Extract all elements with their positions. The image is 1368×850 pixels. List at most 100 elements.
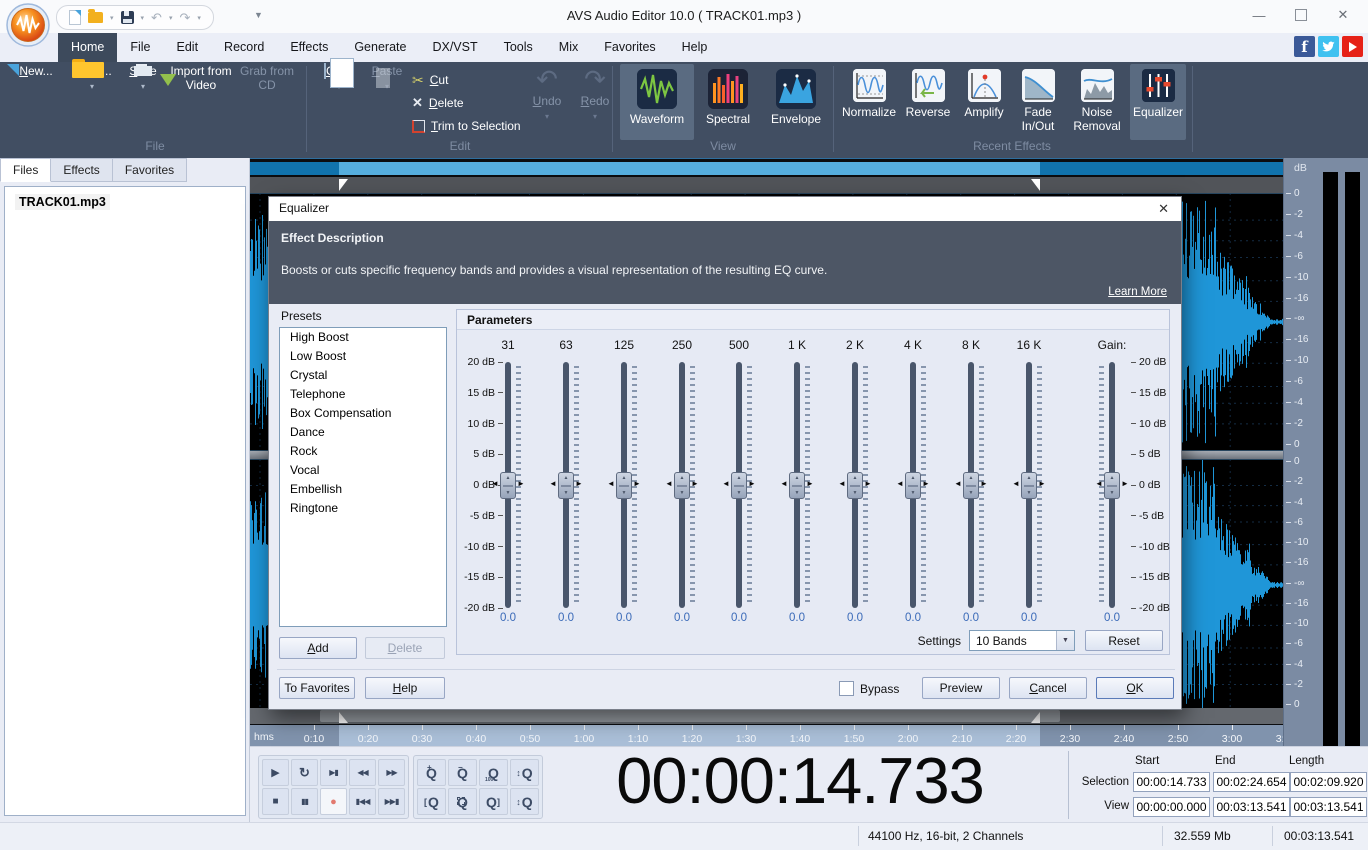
fade-in-out-button[interactable]: Fade In/Out <box>1012 64 1064 140</box>
fast-forward-button[interactable]: ▶▶ <box>378 759 405 786</box>
vertical-zoom-in-button[interactable]: ↕Q <box>510 759 539 786</box>
menu-item[interactable]: Record <box>211 33 277 62</box>
pause-button[interactable]: ▮▮ <box>291 788 318 815</box>
top-scrollbar[interactable] <box>250 177 1283 193</box>
preset-item[interactable]: Box Compensation <box>280 404 446 423</box>
noise-removal-button[interactable]: Noise Removal <box>1066 64 1128 140</box>
eq-band-slider[interactable]: 16 K ◄ ► ▲ ▼ 0.0 <box>1011 310 1047 650</box>
selection-start-marker[interactable] <box>339 179 348 191</box>
rewind-button[interactable]: ◀◀ <box>349 759 376 786</box>
menu-item[interactable]: Favorites <box>591 33 668 62</box>
dialog-close-icon[interactable]: ✕ <box>1158 201 1169 217</box>
view-length-field[interactable]: 00:03:13.541 <box>1290 797 1367 817</box>
eq-band-slider[interactable]: 8 K ◄ ► ▲ ▼ 0.0 <box>953 310 989 650</box>
tab-favorites[interactable]: Favorites <box>113 158 187 182</box>
zoom-out-button[interactable]: Q− <box>448 759 477 786</box>
learn-more-link[interactable]: Learn More <box>1108 286 1167 298</box>
open-button[interactable]: Open... ▾ <box>66 64 118 140</box>
play-to-end-button[interactable]: ▶▮ <box>320 759 347 786</box>
tab-files[interactable]: Files <box>0 158 51 182</box>
add-preset-button[interactable]: Add <box>279 637 357 659</box>
eq-band-slider[interactable]: 500 ◄ ► ▲ ▼ 0.0 <box>721 310 757 650</box>
zoom-in-button[interactable]: Q+ <box>417 759 446 786</box>
selection-length-field[interactable]: 00:02:09.920 <box>1290 772 1367 792</box>
slider-handle[interactable]: ▲ ▼ <box>1021 472 1037 499</box>
preset-item[interactable]: Vocal <box>280 461 446 480</box>
eq-band-slider[interactable]: 250 ◄ ► ▲ ▼ 0.0 <box>664 310 700 650</box>
slider-handle[interactable]: ▲ ▼ <box>1104 472 1120 499</box>
menu-item[interactable]: Edit <box>164 33 212 62</box>
zoom-100-button[interactable]: Q100 <box>479 759 508 786</box>
play-button[interactable]: ▶ <box>262 759 289 786</box>
eq-band-slider[interactable]: 31 ◄ ► ▲ ▼ 0.0 <box>490 310 526 650</box>
preset-item[interactable]: Low Boost <box>280 347 446 366</box>
menu-item[interactable]: File <box>117 33 163 62</box>
help-button[interactable]: Help <box>365 677 445 699</box>
select-dropdown-icon[interactable]: ▼ <box>1056 631 1074 650</box>
preset-item[interactable]: Ringtone <box>280 499 446 518</box>
loop-playback-button[interactable]: ↻ <box>291 759 318 786</box>
copy-button[interactable]: Copy ▾ <box>316 64 362 140</box>
eq-band-slider[interactable]: 1 K ◄ ► ▲ ▼ 0.0 <box>779 310 815 650</box>
preset-item[interactable]: Crystal <box>280 366 446 385</box>
slider-handle[interactable]: ▲ ▼ <box>847 472 863 499</box>
bottom-scrollbar[interactable] <box>250 708 1283 724</box>
app-logo-icon[interactable] <box>6 3 50 47</box>
gain-slider[interactable]: Gain: ◄ ► ▲ ▼ 0.0 <box>1094 310 1130 650</box>
file-list-item[interactable]: TRACK01.mp3 <box>15 195 245 209</box>
eq-band-slider[interactable]: 63 ◄ ► ▲ ▼ 0.0 <box>548 310 584 650</box>
bypass-option[interactable]: Bypass <box>839 681 899 696</box>
eq-band-slider[interactable]: 2 K ◄ ► ▲ ▼ 0.0 <box>837 310 873 650</box>
menu-item[interactable]: Mix <box>546 33 591 62</box>
import-from-video-button[interactable]: Import from Video <box>168 64 234 140</box>
ok-button[interactable]: OK <box>1096 677 1174 699</box>
equalizer-button[interactable]: Equalizer <box>1130 64 1186 140</box>
facebook-icon[interactable]: f <box>1294 36 1315 57</box>
cancel-button[interactable]: Cancel <box>1009 677 1087 699</box>
menu-item[interactable]: Home <box>58 33 117 62</box>
to-favorites-button[interactable]: To Favorites <box>279 677 355 699</box>
selection-end-field[interactable]: 00:02:24.654 <box>1213 772 1290 792</box>
slider-handle[interactable]: ▲ ▼ <box>674 472 690 499</box>
close-button[interactable]: ✕ <box>1322 0 1364 30</box>
preset-item[interactable]: Telephone <box>280 385 446 404</box>
skip-to-end-button[interactable]: ▶▶▮ <box>378 788 405 815</box>
slider-handle[interactable]: ▲ ▼ <box>558 472 574 499</box>
preset-item[interactable]: Embellish <box>280 480 446 499</box>
dialog-title-bar[interactable]: Equalizer ✕ <box>269 197 1181 221</box>
preset-item[interactable]: Rock <box>280 442 446 461</box>
preset-item[interactable]: High Boost <box>280 328 446 347</box>
amplify-button[interactable]: Amplify <box>958 64 1010 140</box>
stop-button[interactable]: ■ <box>262 788 289 815</box>
maximize-button[interactable] <box>1280 0 1322 30</box>
selection-start-field[interactable]: 00:00:14.733 <box>1133 772 1210 792</box>
selection-start-marker-bottom[interactable] <box>339 712 348 723</box>
preset-item[interactable]: Dance <box>280 423 446 442</box>
save-button[interactable]: Save ▾ <box>120 64 166 140</box>
slider-handle[interactable]: ▲ ▼ <box>731 472 747 499</box>
new-button[interactable]: New... <box>10 64 62 140</box>
vertical-zoom-out-button[interactable]: ↕Q <box>510 788 539 815</box>
delete-button[interactable]: ✕ Delete <box>412 93 464 113</box>
twitter-icon[interactable] <box>1318 36 1339 57</box>
slider-handle[interactable]: ▲ ▼ <box>963 472 979 499</box>
menu-item[interactable]: DX/VST <box>419 33 490 62</box>
eq-band-slider[interactable]: 4 K ◄ ► ▲ ▼ 0.0 <box>895 310 931 650</box>
slider-handle[interactable]: ▲ ▼ <box>905 472 921 499</box>
slider-handle[interactable]: ▲ ▼ <box>616 472 632 499</box>
normalize-button[interactable]: Normalize <box>840 64 898 140</box>
envelope-view-button[interactable]: Envelope <box>762 64 830 140</box>
zoom-selection-end-button[interactable]: Q] <box>479 788 508 815</box>
selection-end-marker-bottom[interactable] <box>1031 712 1040 723</box>
presets-listbox[interactable]: High BoostLow BoostCrystalTelephoneBox C… <box>279 327 447 627</box>
youtube-icon[interactable] <box>1342 36 1363 57</box>
waveform-view-button[interactable]: Waveform <box>620 64 694 140</box>
menu-item[interactable]: Tools <box>491 33 546 62</box>
view-end-field[interactable]: 00:03:13.541 <box>1213 797 1290 817</box>
slider-handle[interactable]: ▲ ▼ <box>500 472 516 499</box>
minimize-button[interactable]: — <box>1238 0 1280 30</box>
selection-end-marker[interactable] <box>1031 179 1040 191</box>
overview-bar[interactable] <box>250 162 1283 175</box>
trim-to-selection-button[interactable]: Trim to Selection <box>412 116 521 136</box>
skip-to-start-button[interactable]: ▮◀◀ <box>349 788 376 815</box>
